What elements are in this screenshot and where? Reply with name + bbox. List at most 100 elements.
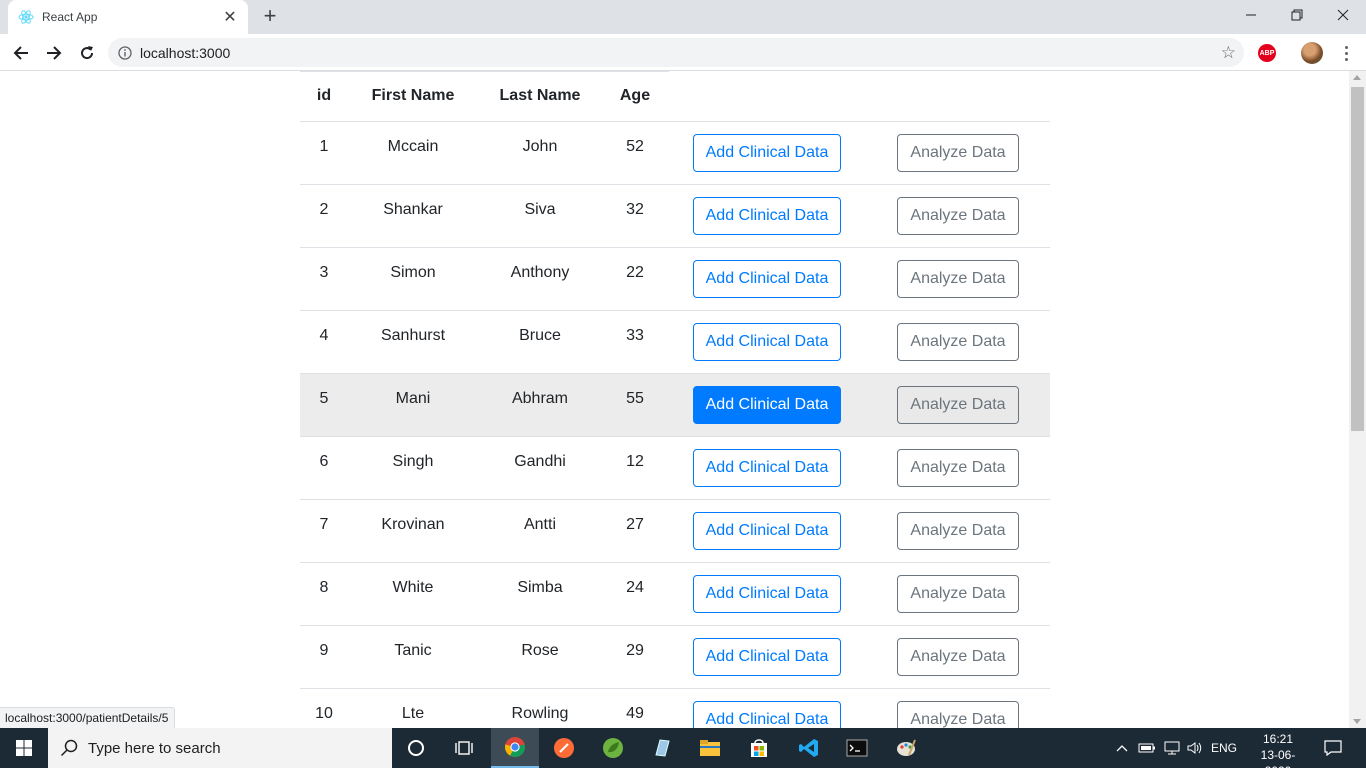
cortana-circle-icon	[408, 740, 424, 756]
cell-analyze-action: Analyze Data	[866, 121, 1050, 184]
network-tray[interactable]	[1160, 728, 1184, 768]
taskbar-vscode[interactable]	[785, 728, 833, 768]
scroll-up-arrow-icon[interactable]	[1353, 75, 1361, 80]
taskbar-postman[interactable]	[540, 728, 588, 768]
blue-app-icon	[655, 739, 670, 757]
header-first-name: First Name	[371, 86, 455, 104]
close-tab-icon[interactable]: ✕	[222, 7, 238, 27]
spring-leaf-icon	[603, 738, 623, 758]
forward-button[interactable]	[41, 40, 67, 66]
cell-age: 33	[626, 326, 644, 344]
cell-age: 22	[626, 263, 644, 281]
analyze-data-button[interactable]: Analyze Data	[897, 700, 1019, 728]
add-clinical-data-button[interactable]: Add Clinical Data	[692, 322, 842, 361]
page-viewport: id First Name Last Name Age 1 Mccain John 5…	[0, 71, 1349, 728]
scroll-down-arrow-icon[interactable]	[1353, 719, 1361, 724]
cell-first-name: Shankar	[383, 200, 443, 218]
restore-button[interactable]	[1274, 0, 1320, 30]
reload-button[interactable]	[74, 40, 100, 66]
cell-first-name: Lte	[401, 704, 425, 722]
add-clinical-data-button[interactable]: Add Clinical Data	[692, 637, 842, 676]
cell-age: 32	[626, 200, 644, 218]
language-indicator[interactable]: ENG	[1209, 728, 1239, 768]
network-icon	[1164, 741, 1180, 755]
taskbar-paint[interactable]	[882, 728, 930, 768]
analyze-data-button[interactable]: Analyze Data	[897, 322, 1019, 361]
info-icon[interactable]	[118, 45, 132, 60]
cell-last-name: Abhram	[511, 389, 569, 407]
cell-analyze-action: Analyze Data	[866, 688, 1050, 728]
add-clinical-data-button[interactable]: Add Clinical Data	[692, 700, 842, 728]
analyze-data-button[interactable]: Analyze Data	[897, 196, 1019, 235]
table-header-row: id First Name Last Name Age	[300, 71, 1050, 121]
add-clinical-data-button[interactable]: Add Clinical Data	[692, 574, 842, 613]
analyze-data-button[interactable]: Analyze Data	[897, 448, 1019, 487]
analyze-data-button[interactable]: Analyze Data	[897, 637, 1019, 676]
taskbar-file-explorer[interactable]	[686, 728, 734, 768]
cell-add-action: Add Clinical Data	[668, 562, 866, 625]
start-button[interactable]	[0, 728, 48, 768]
tab-title: React App	[42, 10, 98, 24]
volume-tray[interactable]	[1185, 728, 1207, 768]
taskbar-app-blue[interactable]	[637, 728, 685, 768]
browser-tab[interactable]: React App ✕	[8, 0, 248, 34]
cortana-button[interactable]	[392, 728, 440, 768]
clock-time: 16:21	[1262, 732, 1294, 746]
header-last-name: Last Name	[499, 86, 581, 104]
show-hidden-icons[interactable]	[1113, 728, 1131, 768]
terminal-icon	[846, 739, 868, 757]
cell-last-name: Rose	[521, 641, 559, 659]
task-view-icon	[455, 741, 473, 755]
add-clinical-data-button[interactable]: Add Clinical Data	[692, 448, 842, 487]
bookmark-star-icon[interactable]: ☆	[1221, 43, 1236, 63]
taskbar-spring-tool[interactable]	[589, 728, 637, 768]
analyze-data-button[interactable]: Analyze Data	[897, 259, 1019, 298]
cell-id: 5	[319, 389, 329, 407]
cell-add-action: Add Clinical Data	[668, 436, 866, 499]
taskbar-store[interactable]	[735, 728, 783, 768]
address-bar[interactable]: localhost:3000 ☆	[108, 38, 1244, 67]
new-tab-button[interactable]: +	[258, 5, 282, 29]
cell-add-action: Add Clinical Data	[668, 247, 866, 310]
add-clinical-data-button[interactable]: Add Clinical Data	[692, 133, 842, 172]
taskbar-search[interactable]: Type here to search	[48, 728, 392, 768]
back-button[interactable]	[8, 40, 34, 66]
add-clinical-data-button[interactable]: Add Clinical Data	[692, 385, 842, 424]
minimize-button[interactable]	[1228, 0, 1274, 30]
task-view-button[interactable]	[440, 728, 488, 768]
store-bag-icon	[751, 739, 767, 757]
page-scrollbar[interactable]	[1349, 71, 1366, 728]
cell-first-name: White	[392, 578, 434, 596]
cell-id: 4	[319, 326, 329, 344]
taskbar-terminal[interactable]	[833, 728, 881, 768]
close-window-button[interactable]	[1320, 0, 1366, 30]
postman-icon	[554, 738, 574, 758]
cell-add-action: Add Clinical Data	[668, 499, 866, 562]
cell-add-action: Add Clinical Data	[668, 310, 866, 373]
cell-first-name: Mccain	[387, 137, 439, 155]
taskbar-chrome[interactable]	[491, 728, 539, 768]
analyze-data-button[interactable]: Analyze Data	[897, 511, 1019, 550]
header-actions-add	[668, 71, 866, 121]
chevron-up-icon	[1116, 745, 1128, 752]
add-clinical-data-button[interactable]: Add Clinical Data	[692, 511, 842, 550]
search-placeholder: Type here to search	[88, 739, 221, 757]
cell-age: 27	[626, 515, 644, 533]
analyze-data-button[interactable]: Analyze Data	[897, 385, 1019, 424]
add-clinical-data-button[interactable]: Add Clinical Data	[692, 259, 842, 298]
adblock-extension-icon[interactable]: ABP	[1258, 44, 1276, 62]
clock[interactable]: 16:21 13-06-2020	[1250, 731, 1306, 779]
notifications-button[interactable]	[1318, 728, 1348, 768]
analyze-data-button[interactable]: Analyze Data	[897, 133, 1019, 172]
cell-last-name: John	[522, 137, 558, 155]
table-row: 1 Mccain John 52 Add Clinical Data Analyze Da…	[300, 121, 1050, 184]
scrollbar-thumb[interactable]	[1351, 87, 1364, 431]
analyze-data-button[interactable]: Analyze Data	[897, 574, 1019, 613]
add-clinical-data-button[interactable]: Add Clinical Data	[692, 196, 842, 235]
cell-analyze-action: Analyze Data	[866, 310, 1050, 373]
menu-kebab-icon[interactable]	[1336, 42, 1356, 64]
cell-add-action: Add Clinical Data	[668, 688, 866, 728]
battery-tray[interactable]	[1136, 728, 1158, 768]
arrow-left-icon	[13, 46, 28, 60]
profile-avatar[interactable]	[1301, 42, 1323, 64]
